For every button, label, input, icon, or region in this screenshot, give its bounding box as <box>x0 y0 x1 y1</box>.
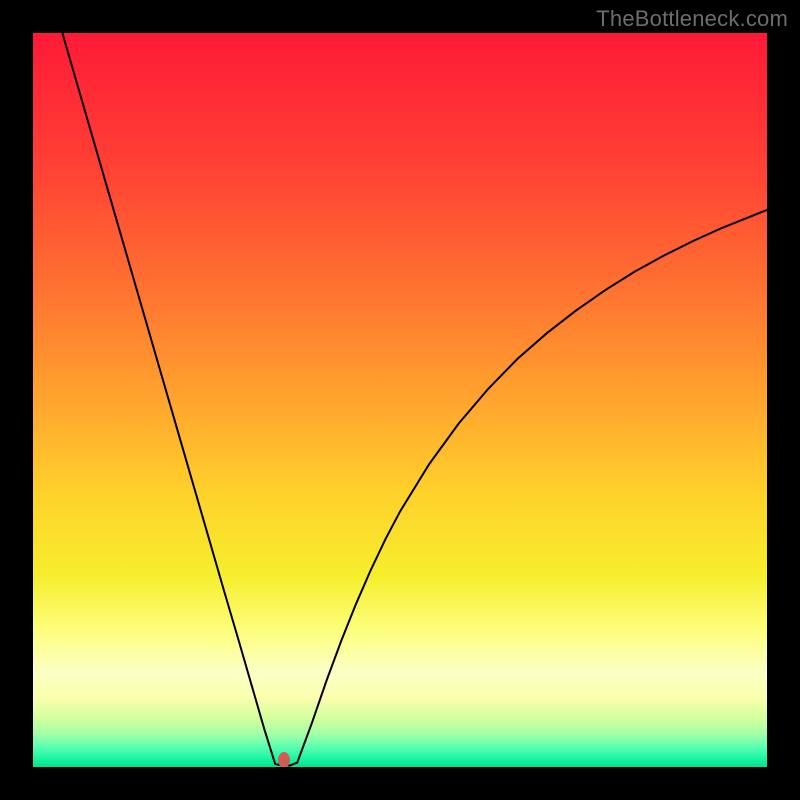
minimum-marker <box>278 752 290 767</box>
plot-area <box>33 33 767 767</box>
watermark-text: TheBottleneck.com <box>596 6 788 32</box>
curve-line <box>33 33 767 767</box>
chart-frame: TheBottleneck.com <box>0 0 800 800</box>
